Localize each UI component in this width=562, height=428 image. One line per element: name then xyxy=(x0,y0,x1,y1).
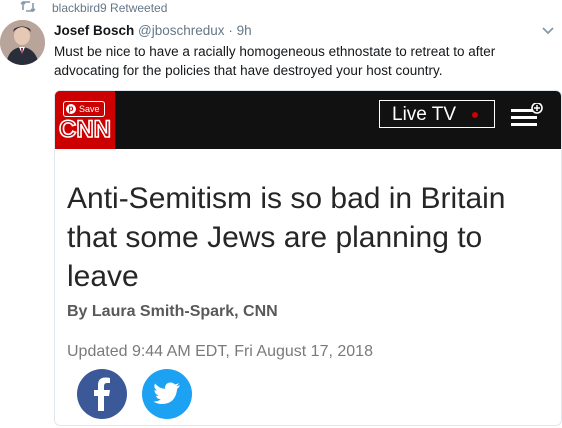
retweet-context: blackbird9 Retweeted xyxy=(20,0,167,16)
cnn-header-bar: CNN p Save Live TV xyxy=(55,91,561,149)
live-indicator-icon xyxy=(472,112,478,118)
tweet: blackbird9 Retweeted Josef Bosch @jbosch… xyxy=(0,0,562,428)
avatar[interactable] xyxy=(0,20,45,65)
pinterest-icon: p xyxy=(66,104,76,114)
tweet-text: Must be nice to have a racially homogene… xyxy=(54,44,496,78)
save-label: Save xyxy=(79,104,100,114)
link-card[interactable]: CNN p Save Live TV Anti-Semitism is so b… xyxy=(54,90,562,426)
cnn-logo[interactable]: CNN xyxy=(55,91,115,149)
twitter-share-button[interactable] xyxy=(142,369,192,419)
chevron-down-icon[interactable] xyxy=(540,24,556,38)
article-updated: Updated 9:44 AM EDT, Fri August 17, 2018 xyxy=(67,343,373,360)
menu-icon[interactable] xyxy=(511,102,545,131)
author-handle[interactable]: @jboschredux xyxy=(138,23,225,38)
live-tv-label: Live TV xyxy=(392,104,457,125)
live-tv-button[interactable]: Live TV xyxy=(379,100,495,128)
retweet-text[interactable]: blackbird9 Retweeted xyxy=(52,1,167,15)
separator: · xyxy=(228,23,233,38)
facebook-icon xyxy=(94,377,110,411)
save-button[interactable]: p Save xyxy=(63,101,105,117)
tweet-header: Josef Bosch @jboschredux · 9h xyxy=(54,22,252,40)
article-byline: By Laura Smith-Spark, CNN xyxy=(67,303,278,320)
retweet-icon xyxy=(20,0,40,16)
author-name[interactable]: Josef Bosch xyxy=(54,23,134,38)
cnn-logo-text: CNN xyxy=(59,116,111,143)
article-headline[interactable]: Anti-Semitism is so bad in Britain that … xyxy=(67,179,547,296)
tweet-timestamp[interactable]: 9h xyxy=(237,23,252,38)
twitter-icon xyxy=(153,382,180,404)
facebook-share-button[interactable] xyxy=(77,369,127,419)
